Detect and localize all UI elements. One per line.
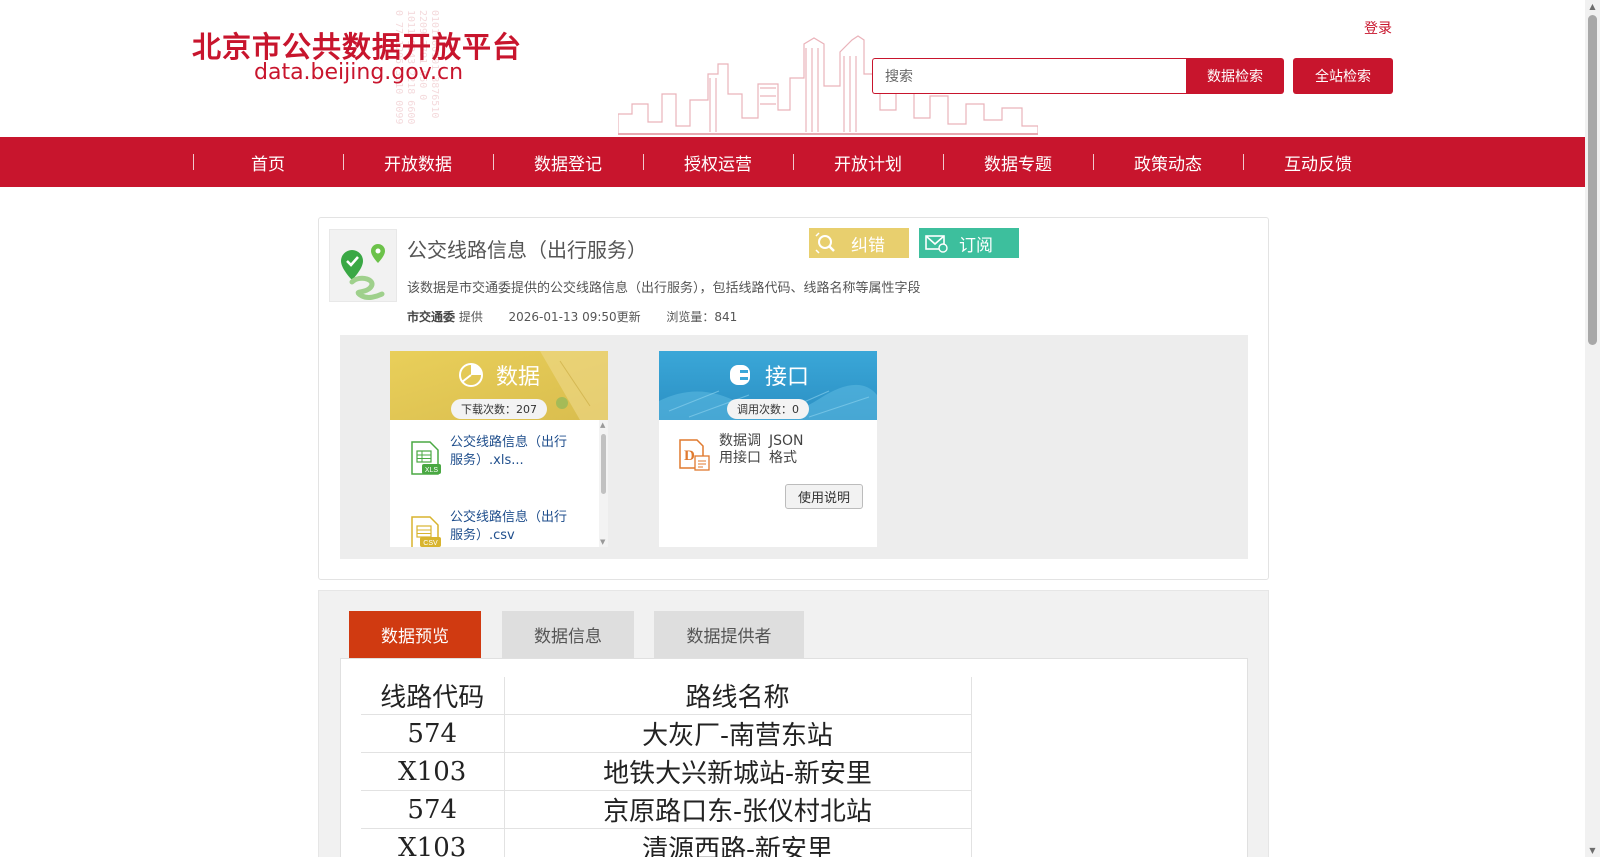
preview-table-container: 线路代码 路线名称 574 大灰厂-南营东站 X103 地铁大兴新城站-新安里 … xyxy=(340,658,1248,857)
scroll-up-arrow-icon[interactable]: ▲ xyxy=(1588,2,1597,11)
api-plug-icon xyxy=(727,362,753,388)
page-scroll-thumb[interactable] xyxy=(1588,15,1597,345)
api-body: D 数据调用接口 JSON格式 使用说明 xyxy=(659,420,877,547)
nav-item-authorized-operation[interactable]: 授权运营 xyxy=(643,137,793,187)
nav-item-open-data[interactable]: 开放数据 xyxy=(343,137,493,187)
report-error-button[interactable]: 纠错 xyxy=(809,228,909,258)
xls-file-icon: XLS xyxy=(411,441,441,475)
site-search-button[interactable]: 全站检索 xyxy=(1293,58,1393,94)
dataset-meta: 市交通委 提供 2026-01-13 09:50更新 浏览量：841 xyxy=(407,308,737,325)
preview-panel: 数据预览 数据信息 数据提供者 线路代码 路线名称 574 大灰厂-南营东站 X… xyxy=(318,590,1269,857)
data-search-button[interactable]: 数据检索 xyxy=(1186,58,1284,94)
nav-item-feedback[interactable]: 互动反馈 xyxy=(1243,137,1393,187)
table-cell: 大灰厂-南营东站 xyxy=(504,714,972,753)
column-header-route-code: 线路代码 xyxy=(361,677,505,715)
api-panel: 接口 调用次数：0 D 数据调用接口 JSON格式 使用说明 xyxy=(659,351,877,547)
column-header-route-name: 路线名称 xyxy=(504,677,972,715)
usage-guide-button[interactable]: 使用说明 xyxy=(785,484,863,509)
scroll-down-arrow-icon[interactable]: ▼ xyxy=(1588,846,1597,855)
page: 0101100101 3876510 2209 7791 050 0 1011 … xyxy=(0,0,1600,857)
table-header-row: 线路代码 路线名称 xyxy=(361,677,972,715)
table-row: 574 京原路口东-张仪村北站 xyxy=(361,790,972,829)
site-domain[interactable]: data.beijing.gov.cn xyxy=(254,60,463,85)
xls-badge: XLS xyxy=(425,467,439,474)
table-cell: 清源西路-新安里 xyxy=(504,828,972,857)
dataset-category-icon xyxy=(329,229,397,302)
api-panel-title: 接口 xyxy=(764,365,809,390)
call-count: 调用次数：0 xyxy=(727,399,809,419)
scroll-up-arrow-icon[interactable]: ▲ xyxy=(600,421,605,429)
dataset-updated: 2026-01-13 09:50更新 xyxy=(508,310,641,324)
dataset-description: 该数据是市交通委提供的公交线路信息（出行服务），包括线路代码、线路名称等属性字段 xyxy=(407,281,921,296)
login-link[interactable]: 登录 xyxy=(1364,18,1392,38)
tab-data-info[interactable]: 数据信息 xyxy=(502,611,634,658)
nav-item-open-plan[interactable]: 开放计划 xyxy=(793,137,943,187)
dataset-provider-suffix: 提供 xyxy=(458,310,483,324)
mail-icon xyxy=(919,228,953,258)
api-document-icon: D xyxy=(679,439,710,471)
subscribe-label: 订阅 xyxy=(959,235,993,256)
nav-item-home[interactable]: 首页 xyxy=(193,137,343,187)
table-cell: 京原路口东-张仪村北站 xyxy=(504,790,972,829)
table-row: X103 清源西路-新安里 xyxy=(361,828,972,857)
report-error-label: 纠错 xyxy=(851,235,885,256)
table-cell: X103 xyxy=(361,828,505,857)
table-cell: 574 xyxy=(361,714,505,753)
file-list-scroll-thumb[interactable] xyxy=(601,434,606,494)
preview-table: 线路代码 路线名称 574 大灰厂-南营东站 X103 地铁大兴新城站-新安里 … xyxy=(361,677,972,857)
subscribe-button[interactable]: 订阅 xyxy=(919,228,1019,258)
dataset-provider[interactable]: 市交通委 xyxy=(407,310,455,324)
table-cell: X103 xyxy=(361,752,505,791)
table-cell: 574 xyxy=(361,790,505,829)
data-files-panel: 数据 下载次数：207 XLS 公交线路信息（出行服务）.xls... CSV … xyxy=(390,351,608,547)
nav-item-policy-news[interactable]: 政策动态 xyxy=(1093,137,1243,187)
search-input[interactable] xyxy=(872,58,1186,94)
data-panel-header: 数据 下载次数：207 xyxy=(390,351,608,420)
magnifier-icon xyxy=(809,228,843,258)
api-panel-header: 接口 调用次数：0 xyxy=(659,351,877,420)
file-item-csv[interactable]: CSV 公交线路信息（出行服务）.csv xyxy=(408,509,588,547)
nav-item-data-registration[interactable]: 数据登记 xyxy=(493,137,643,187)
file-name-xls[interactable]: 公交线路信息（出行服务）.xls... xyxy=(450,434,570,470)
file-item-xls[interactable]: XLS 公交线路信息（出行服务）.xls... xyxy=(408,434,588,494)
nav-item-data-topics[interactable]: 数据专题 xyxy=(943,137,1093,187)
table-cell: 地铁大兴新城站-新安里 xyxy=(504,752,972,791)
download-count: 下载次数：207 xyxy=(451,399,547,419)
file-list-scrollbar[interactable]: ▲ ▼ xyxy=(599,420,608,547)
file-name-csv[interactable]: 公交线路信息（出行服务）.csv xyxy=(450,509,570,545)
api-name[interactable]: 数据调用接口 xyxy=(719,433,767,467)
main-nav: 首页 开放数据 数据登记 授权运营 开放计划 数据专题 政策动态 互动反馈 xyxy=(0,137,1585,187)
api-format: JSON格式 xyxy=(769,433,804,466)
data-panel-title: 数据 xyxy=(495,365,540,390)
tab-data-preview[interactable]: 数据预览 xyxy=(349,611,481,658)
file-list: XLS 公交线路信息（出行服务）.xls... CSV 公交线路信息（出行服务）… xyxy=(390,420,608,547)
table-row: X103 地铁大兴新城站-新安里 xyxy=(361,752,972,791)
dataset-views: 浏览量：841 xyxy=(666,310,738,324)
dataset-card: 公交线路信息（出行服务） 纠错 订阅 该数据是市交通委提供的公交线路信息（出行服… xyxy=(318,217,1269,580)
map-pin-route-icon xyxy=(341,244,385,300)
csv-badge: CSV xyxy=(423,540,438,547)
dataset-title: 公交线路信息（出行服务） xyxy=(407,238,647,262)
pie-chart-icon xyxy=(458,362,484,388)
table-row: 574 大灰厂-南营东站 xyxy=(361,714,972,753)
site-header: 0101100101 3876510 2209 7791 050 0 1011 … xyxy=(0,0,1585,137)
scroll-down-arrow-icon[interactable]: ▼ xyxy=(600,538,605,546)
tab-data-provider[interactable]: 数据提供者 xyxy=(654,611,804,658)
svg-text:D: D xyxy=(684,448,695,464)
resource-panels: 数据 下载次数：207 XLS 公交线路信息（出行服务）.xls... CSV … xyxy=(340,335,1248,559)
csv-file-icon: CSV xyxy=(411,516,441,547)
page-scrollbar[interactable]: ▲ ▼ xyxy=(1585,0,1600,857)
